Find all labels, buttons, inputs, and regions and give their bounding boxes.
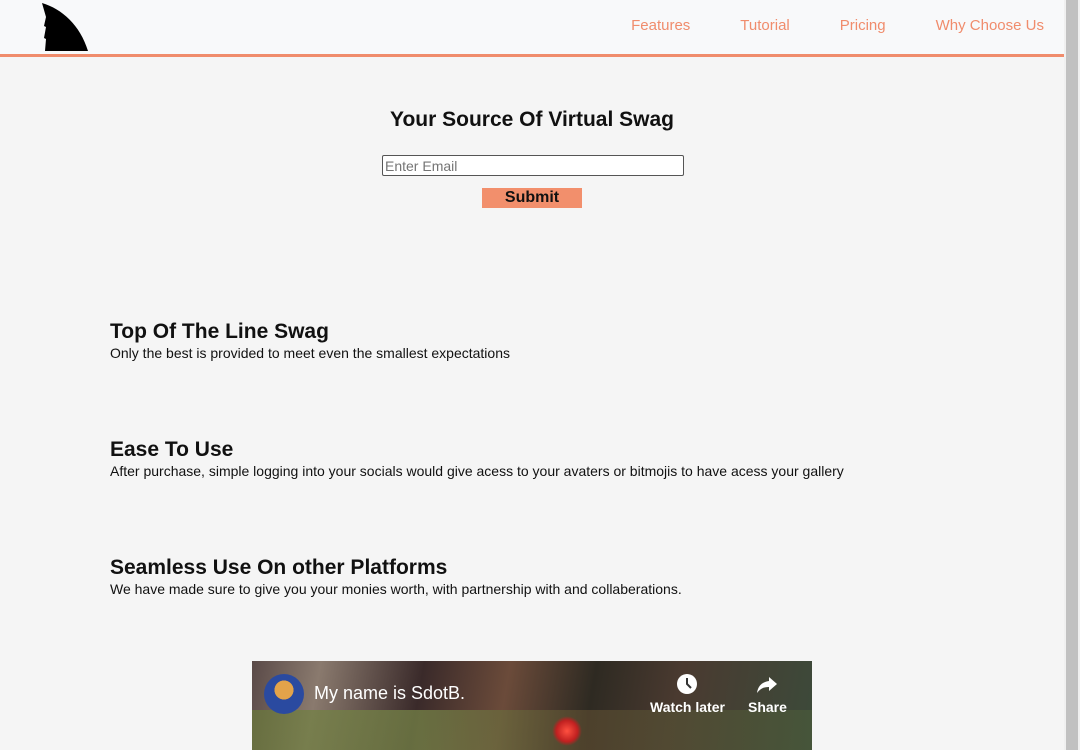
- feature-section: Top Of The Line Swag Only the best is pr…: [110, 320, 510, 361]
- nav-tutorial[interactable]: Tutorial: [740, 17, 789, 34]
- nav-why-choose-us[interactable]: Why Choose Us: [936, 17, 1044, 34]
- nav-pricing[interactable]: Pricing: [840, 17, 886, 34]
- feature-section: Seamless Use On other Platforms We have …: [110, 556, 682, 597]
- submit-button[interactable]: Submit: [482, 188, 582, 208]
- page: Features Tutorial Pricing Why Choose Us …: [0, 0, 1064, 750]
- share-label: Share: [748, 699, 787, 715]
- video-thumbnail: [252, 710, 812, 750]
- email-input[interactable]: [382, 155, 684, 176]
- feature-title: Ease To Use: [110, 438, 234, 461]
- feature-title: Top Of The Line Swag: [110, 320, 329, 343]
- navbar: Features Tutorial Pricing Why Choose Us: [0, 0, 1064, 57]
- share-button[interactable]: Share: [748, 673, 787, 715]
- video-embed[interactable]: My name is SdotB. Watch later Share: [252, 661, 812, 750]
- scrollbar-thumb[interactable]: [1066, 0, 1078, 750]
- feature-text: After purchase, simple logging into your…: [110, 463, 844, 479]
- watch-later-button[interactable]: Watch later: [650, 673, 725, 715]
- hero: Your Source Of Virtual Swag: [0, 108, 1064, 132]
- nav-menu: Features Tutorial Pricing Why Choose Us: [631, 17, 1044, 34]
- channel-avatar[interactable]: [264, 674, 304, 714]
- nav-features[interactable]: Features: [631, 17, 690, 34]
- watch-later-label: Watch later: [650, 699, 725, 715]
- feature-text: We have made sure to give you your monie…: [110, 581, 682, 597]
- video-thumbnail-detail: [552, 716, 582, 746]
- feature-section: Ease To Use After purchase, simple loggi…: [110, 438, 844, 479]
- video-title[interactable]: My name is SdotB.: [314, 683, 465, 704]
- share-icon: [757, 677, 778, 693]
- feature-text: Only the best is provided to meet even t…: [110, 345, 510, 361]
- scrollbar[interactable]: [1064, 0, 1080, 750]
- feature-title: Seamless Use On other Platforms: [110, 556, 448, 579]
- shark-fin-logo[interactable]: [40, 3, 90, 51]
- clock-icon: [677, 674, 698, 694]
- hero-title: Your Source Of Virtual Swag: [390, 108, 674, 131]
